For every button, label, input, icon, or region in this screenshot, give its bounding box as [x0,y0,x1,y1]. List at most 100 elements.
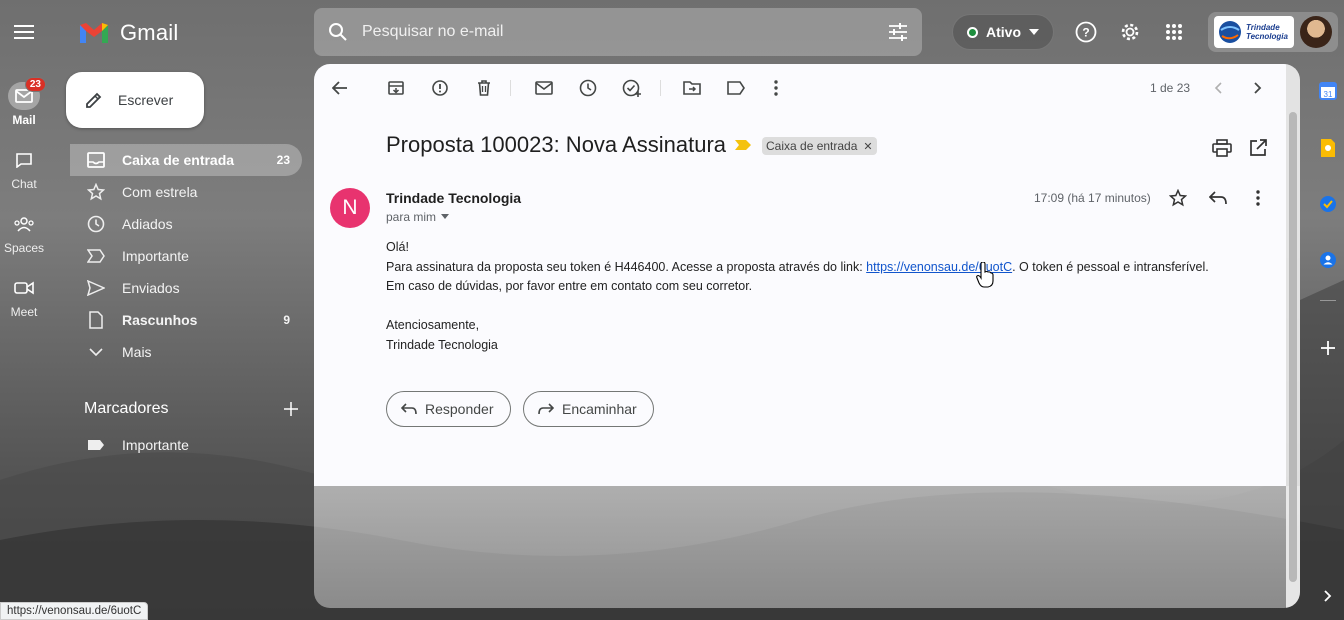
search-input[interactable] [362,23,874,41]
hamburger-icon [14,25,34,39]
scrollbar-thumb[interactable] [1289,112,1297,582]
browser-status-url: https://venonsau.de/6uotC [0,602,149,620]
remove-label-button[interactable]: ✕ [863,140,872,153]
gmail-logo[interactable]: Gmail [78,20,178,46]
more-vertical-icon [774,80,778,96]
mark-unread-button[interactable] [528,72,560,104]
nav-sent-label: Enviados [122,280,180,296]
add-label-button[interactable] [284,396,298,422]
tasks-icon [1320,196,1336,212]
star-message-button[interactable] [1162,182,1194,214]
search-bar [314,8,922,56]
search-options-button[interactable] [874,23,922,41]
nav-inbox[interactable]: Caixa de entrada 23 [70,144,302,176]
rail-meet[interactable]: Meet [0,274,48,319]
archive-button[interactable] [380,72,412,104]
older-button[interactable] [1242,72,1274,104]
recipient-details-toggle[interactable]: para mim [386,210,450,224]
folder-move-icon [683,81,701,95]
apps-button[interactable] [1158,16,1190,48]
rail-mail[interactable]: 23 Mail [0,77,48,127]
compose-button[interactable]: Escrever [66,72,204,128]
support-button[interactable]: ? [1070,16,1102,48]
rail-chat[interactable]: Chat [0,146,48,191]
svg-text:?: ? [1082,26,1089,40]
more-vertical-icon [1256,190,1260,206]
reply-icon [401,403,417,415]
side-panel-divider [1320,300,1336,301]
trash-icon [478,80,490,96]
label-important-text: Importante [122,437,189,453]
status-selector[interactable]: Ativo [952,14,1054,50]
importance-marker[interactable] [734,138,752,156]
chevron-down-icon [89,348,103,356]
rail-mail-label: Mail [12,113,36,127]
app-rail: 23 Mail Chat Spaces Meet [0,0,48,620]
calendar-app-button[interactable]: 31 [1318,81,1338,101]
tasks-app-button[interactable] [1318,194,1338,214]
clock-icon [87,215,105,233]
draft-icon [89,311,103,329]
archive-icon [388,81,404,95]
report-spam-button[interactable] [424,72,456,104]
show-side-panel-button[interactable] [1318,586,1338,606]
labels-button[interactable] [720,72,752,104]
nav-inbox-label: Caixa de entrada [122,152,235,168]
proposal-link[interactable]: https://venonsau.de/6uotC [866,260,1012,274]
pagination-count: 1 de 23 [1150,81,1191,95]
rail-spaces[interactable]: Spaces [0,210,48,255]
nav-starred-label: Com estrela [122,184,198,200]
nav-starred[interactable]: Com estrela [70,176,302,208]
main-menu-button[interactable] [8,16,40,48]
label-important[interactable]: Importante [70,429,302,461]
message-toolbar: 1 de 23 [314,64,1286,112]
rail-meet-label: Meet [10,305,38,319]
report-icon [432,80,448,96]
account-switcher[interactable]: Trindade Tecnologia [1208,12,1338,52]
nav-snoozed-label: Adiados [122,216,173,232]
reply-icon [1209,191,1227,205]
org-line2: Tecnologia [1246,32,1288,41]
reply-button[interactable] [1202,182,1234,214]
forward-action-button[interactable]: Encaminhar [523,391,654,427]
forward-icon [538,403,554,415]
body-line2: Em caso de dúvidas, por favor entre em c… [386,279,753,293]
nav-more[interactable]: Mais [70,336,302,368]
nav-drafts[interactable]: Rascunhos 9 [70,304,302,336]
clock-icon [579,79,597,97]
star-icon [87,183,105,201]
back-button[interactable] [324,72,356,104]
get-addons-button[interactable] [1318,338,1338,358]
nav-more-label: Mais [122,344,152,360]
open-external-icon [1250,139,1267,156]
more-actions-button[interactable] [760,72,792,104]
add-to-tasks-button[interactable] [616,72,648,104]
settings-button[interactable] [1114,16,1146,48]
compose-label: Escrever [118,92,174,108]
move-to-button[interactable] [676,72,708,104]
message-pane: 1 de 23 Proposta 100023: Nova Assinatura… [314,64,1286,486]
reply-action-button[interactable]: Responder [386,391,511,427]
print-button[interactable] [1206,132,1238,164]
labels-title: Marcadores [84,400,169,417]
email-subject: Proposta 100023: Nova Assinatura [386,132,727,157]
app-name: Gmail [120,20,179,45]
rail-chat-label: Chat [11,177,37,191]
label-icon [727,81,745,95]
delete-button[interactable] [468,72,500,104]
contacts-app-button[interactable] [1318,250,1338,270]
organization-logo: Trindade Tecnologia [1214,16,1294,48]
arrow-left-icon [332,81,347,95]
newer-button[interactable] [1202,72,1234,104]
open-in-new-window-button[interactable] [1242,132,1274,164]
message-more-button[interactable] [1242,182,1274,214]
search-button[interactable] [314,22,362,42]
chat-icon [16,153,32,168]
tune-icon [889,23,907,41]
keep-app-button[interactable] [1318,138,1338,158]
nav-important[interactable]: Importante [70,240,302,272]
nav-snoozed[interactable]: Adiados [70,208,302,240]
message-scrollbar[interactable] [1286,64,1300,608]
nav-sent[interactable]: Enviados [70,272,302,304]
snooze-button[interactable] [572,72,604,104]
